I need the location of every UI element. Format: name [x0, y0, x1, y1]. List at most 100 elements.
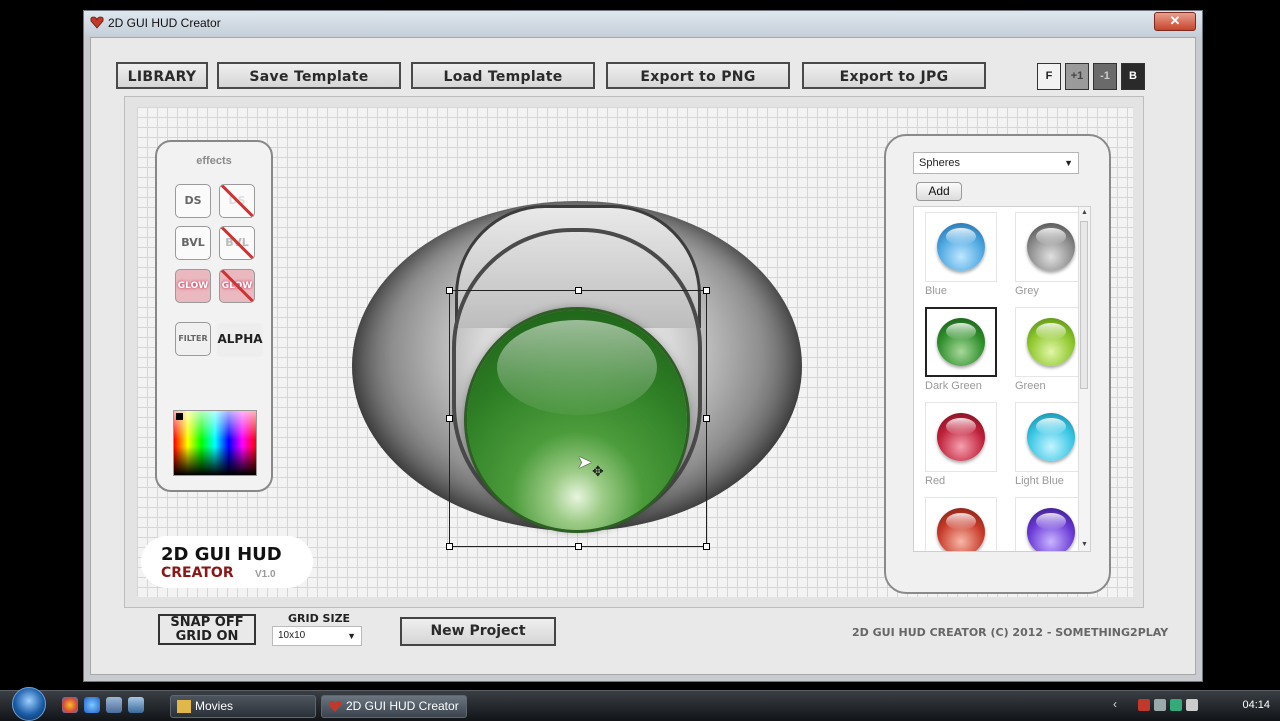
window-title: 2D GUI HUD Creator [108, 16, 221, 30]
taskbar-item-movies[interactable]: Movies [170, 695, 316, 718]
sphere-orange-red-icon [937, 508, 985, 551]
sprite-list-scrollbar[interactable]: ▲ ▼ [1078, 207, 1090, 551]
sprite-tile-green[interactable]: Green [1015, 307, 1087, 401]
glow-off-button[interactable]: GLOW [219, 269, 255, 303]
layer-backward-button[interactable]: -1 [1093, 63, 1117, 90]
start-button[interactable] [12, 687, 46, 721]
sphere-blue-icon [937, 223, 985, 271]
sprite-label: Grey [1015, 285, 1039, 297]
drop-shadow-off-button[interactable]: DS [219, 184, 255, 218]
show-desktop-icon[interactable] [106, 697, 122, 713]
snap-off-toggle[interactable]: SNAP OFF [160, 616, 254, 630]
drop-shadow-on-button[interactable]: DS [175, 184, 211, 218]
scroll-down-arrow-icon[interactable]: ▼ [1079, 539, 1090, 551]
new-project-button[interactable]: New Project [400, 617, 556, 646]
load-template-button[interactable]: Load Template [411, 62, 595, 89]
app-logo-icon [90, 16, 104, 29]
resize-handle-left[interactable] [446, 415, 453, 422]
folder-icon [177, 700, 191, 713]
sprite-tile-orange-red[interactable] [925, 497, 997, 551]
sprite-label: Red [925, 475, 946, 487]
bevel-off-button[interactable]: BVL [219, 226, 255, 260]
sphere-purple-icon [1027, 508, 1075, 551]
filter-button[interactable]: FILTER [175, 322, 211, 356]
alpha-button[interactable]: ALPHA [217, 323, 263, 357]
chevron-down-icon: ▼ [347, 631, 356, 641]
add-sprite-button[interactable]: Add [916, 182, 962, 201]
resize-handle-top[interactable] [575, 287, 582, 294]
export-png-button[interactable]: Export to PNG [606, 62, 790, 89]
effects-title: effects [196, 155, 232, 167]
clock: 04:14 [1242, 699, 1270, 711]
save-template-button[interactable]: Save Template [217, 62, 401, 89]
logo-subtitle: CREATOR [161, 565, 234, 581]
app-logo-icon [328, 701, 342, 712]
grid-size-value: 10x10 [278, 630, 306, 641]
bevel-on-button[interactable]: BVL [175, 226, 211, 260]
resize-handle-bottom-left[interactable] [446, 543, 453, 550]
taskbar-item-label: Movies [195, 699, 234, 713]
library-button[interactable]: LIBRARY [116, 62, 208, 89]
sphere-green-icon [1027, 318, 1075, 366]
layer-forward-button[interactable]: +1 [1065, 63, 1089, 90]
sprite-label: Light Blue [1015, 475, 1064, 487]
sphere-dark-green-icon [937, 318, 985, 366]
grid-on-toggle[interactable]: GRID ON [160, 630, 254, 644]
internet-explorer-icon[interactable] [84, 697, 100, 713]
sprite-tile-red[interactable]: Red [925, 402, 997, 496]
mouse-pointer-icon: ➤ [577, 452, 593, 472]
taskbar-item-label: 2D GUI HUD Creator [346, 699, 459, 713]
sphere-grey-icon [1027, 223, 1075, 271]
chevron-left-icon[interactable]: ‹ [1113, 697, 1117, 711]
tray-sync-icon[interactable] [1170, 699, 1182, 711]
resize-handle-right[interactable] [703, 415, 710, 422]
taskbar-item-hud-creator[interactable]: 2D GUI HUD Creator [321, 695, 467, 718]
logo-version: V1.0 [255, 569, 276, 580]
sprite-tile-dark-green[interactable]: Dark Green [925, 307, 997, 401]
sphere-red-icon [937, 413, 985, 461]
resize-handle-top-right[interactable] [703, 287, 710, 294]
scroll-thumb[interactable] [1080, 221, 1088, 389]
taskbar: Movies 2D GUI HUD Creator ‹ 04:14 [0, 687, 1280, 721]
resize-handle-top-left[interactable] [446, 287, 453, 294]
sprite-label: Green [1015, 380, 1046, 392]
chevron-down-icon: ▼ [1064, 158, 1073, 168]
tray-network-icon[interactable] [1154, 699, 1166, 711]
selection-box[interactable] [446, 287, 710, 550]
sprite-tile-blue[interactable]: Blue [925, 212, 997, 306]
resize-handle-bottom[interactable] [575, 543, 582, 550]
sprite-tile-light-blue[interactable]: Light Blue [1015, 402, 1087, 496]
system-tray: ‹ 04:14 [1113, 691, 1280, 721]
sprite-library-panel: Spheres ▼ Add Blue Grey Dark Green Green… [884, 134, 1111, 594]
close-button[interactable]: ✕ [1154, 12, 1196, 31]
grid-size-select[interactable]: 10x10 ▼ [272, 626, 362, 646]
sprite-label: Dark Green [925, 380, 982, 392]
sprite-category-value: Spheres [919, 157, 960, 169]
app-logo-badge: 2D GUI HUD CREATOR V1.0 [141, 536, 313, 588]
sphere-light-blue-icon [1027, 413, 1075, 461]
effects-panel: effects DS DS BVL BVL GLOW GLOW FILTER A… [155, 140, 273, 492]
switch-windows-icon[interactable] [128, 697, 144, 713]
color-picker[interactable] [173, 410, 257, 476]
copyright-text: 2D GUI HUD CREATOR (C) 2012 - SOMETHING2… [852, 626, 1169, 639]
sprite-category-select[interactable]: Spheres ▼ [913, 152, 1079, 174]
sprite-list: Blue Grey Dark Green Green Red Light Blu… [913, 206, 1091, 552]
title-bar: 2D GUI HUD Creator ✕ [84, 11, 1202, 36]
grid-size-label: GRID SIZE [288, 612, 351, 625]
export-jpg-button[interactable]: Export to JPG [802, 62, 986, 89]
sprite-label: Blue [925, 285, 948, 297]
chrome-icon[interactable] [62, 697, 78, 713]
sprite-tile-grey[interactable]: Grey [1015, 212, 1087, 306]
snap-grid-toggle[interactable]: SNAP OFF GRID ON [158, 614, 256, 645]
resize-handle-bottom-right[interactable] [703, 543, 710, 550]
layer-front-button[interactable]: F [1037, 63, 1061, 90]
tray-app-icon[interactable] [1138, 699, 1150, 711]
logo-title: 2D GUI HUD [161, 544, 282, 565]
volume-icon[interactable] [1186, 699, 1198, 711]
sprite-tile-purple[interactable] [1015, 497, 1087, 551]
scroll-up-arrow-icon[interactable]: ▲ [1079, 207, 1090, 219]
glow-on-button[interactable]: GLOW [175, 269, 211, 303]
current-color-swatch [176, 413, 183, 420]
move-cursor-icon: ✥ [592, 463, 604, 479]
layer-back-button[interactable]: B [1121, 63, 1145, 90]
